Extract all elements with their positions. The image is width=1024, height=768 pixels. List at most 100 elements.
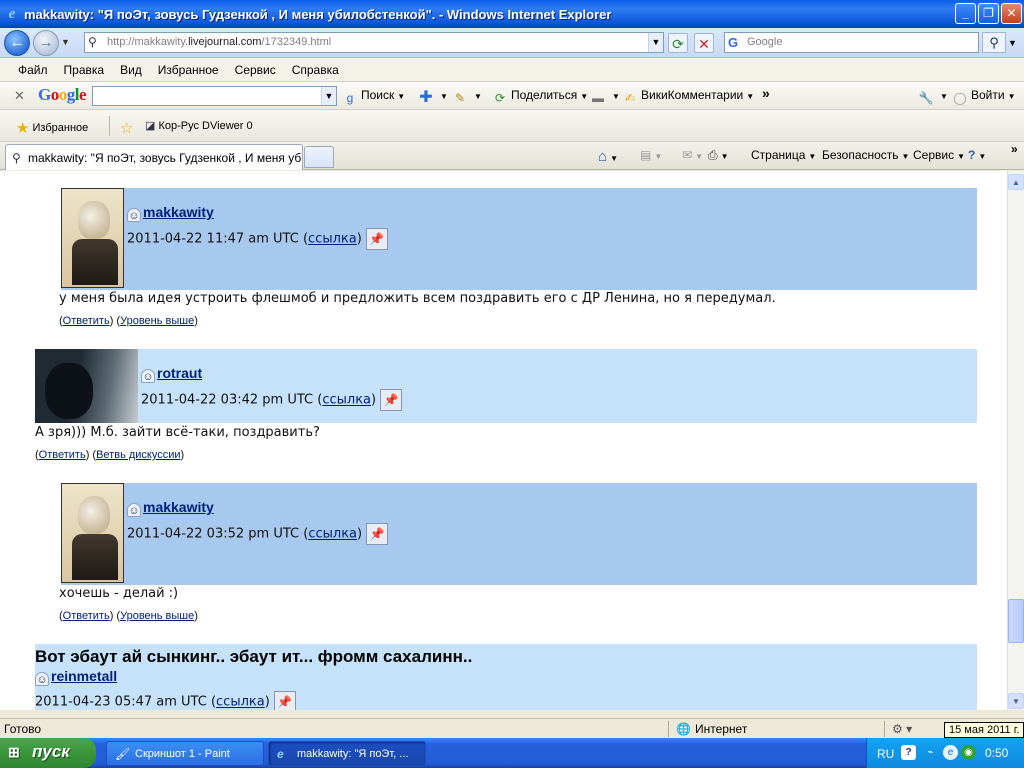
- antivirus-tray-icon[interactable]: ◉: [961, 745, 976, 760]
- mail-button[interactable]: ✉ ▼: [682, 148, 703, 162]
- history-dropdown-icon[interactable]: ▼: [61, 37, 70, 47]
- command-overflow-icon[interactable]: »: [1011, 142, 1018, 156]
- comment-username[interactable]: makkawity: [143, 499, 214, 515]
- menu-view[interactable]: Вид: [112, 63, 150, 77]
- google-logo: Google: [38, 85, 87, 104]
- favorites-label: Избранное: [32, 122, 89, 134]
- help-tray-icon[interactable]: ?: [901, 745, 916, 760]
- search-options-icon[interactable]: ▼: [1008, 38, 1017, 48]
- ie-taskbar-icon: e: [277, 747, 284, 761]
- feeds-button[interactable]: ▤ ▼: [640, 148, 662, 162]
- taskbar-item-label: Скриншот 1 - Paint: [135, 748, 230, 760]
- security-menu-button[interactable]: Безопасность ▼: [822, 148, 909, 162]
- reply-link[interactable]: Ответить: [63, 610, 110, 622]
- comment-username[interactable]: makkawity: [143, 204, 214, 220]
- sidewiki-toggle-button[interactable]: ▬ ▼: [590, 88, 620, 106]
- toolbar-overflow-icon[interactable]: »: [762, 85, 770, 101]
- security-menu-label: Безопасность: [822, 148, 899, 162]
- search-input[interactable]: G Google: [724, 32, 979, 53]
- menu-file[interactable]: Файл: [10, 63, 56, 77]
- tab-active[interactable]: ⚲ makkawity: "Я поЭт, зовусь Гудзенкой , …: [5, 144, 303, 170]
- menu-edit[interactable]: Правка: [56, 63, 113, 77]
- url-path: /1732349.html: [261, 36, 332, 48]
- network-tray-icon[interactable]: ⌁: [923, 745, 938, 760]
- google-search-icon: G: [728, 35, 739, 50]
- refresh-button[interactable]: ⟳: [668, 33, 688, 53]
- comment-permalink[interactable]: ссылка: [322, 393, 371, 408]
- comment-date: 2011-04-22 03:52 pm UTC: [127, 526, 300, 542]
- restore-button[interactable]: ❐: [978, 3, 999, 24]
- protected-mode-icon[interactable]: ⚙ ▾: [892, 722, 912, 736]
- reply-link[interactable]: Ответить: [39, 449, 86, 461]
- tools-menu-button[interactable]: Сервис ▼: [913, 148, 965, 162]
- comment-permalink[interactable]: ссылка: [308, 527, 357, 542]
- address-dropdown-icon[interactable]: ▼: [648, 33, 663, 52]
- home-button[interactable]: ⌂ ▼: [598, 148, 618, 165]
- globe-icon: 🌐: [676, 722, 691, 736]
- scrollbar-thumb[interactable]: [1008, 599, 1024, 643]
- security-zone[interactable]: 🌐 Интернет: [676, 722, 747, 736]
- page-content: ☺ makkawity 2011-04-22 11:47 am UTC (ссыл…: [0, 171, 1007, 710]
- language-indicator[interactable]: RU: [877, 747, 894, 761]
- user-circle-icon: ◯: [953, 91, 967, 105]
- favorites-button[interactable]: ★ Избранное: [16, 119, 88, 137]
- comment-username[interactable]: reinmetall: [51, 668, 117, 684]
- pencil-icon: ✎: [454, 91, 466, 105]
- pin-icon[interactable]: 📌: [366, 523, 389, 545]
- add-favorite-icon: ☆: [120, 120, 134, 137]
- google-toolbar: ✕ Google ▼ g Поиск ▼ ✚ ▼ ✎ ▼ ⟳ Поделиться ▼ ▬ ▼…: [0, 82, 1024, 110]
- scroll-down-icon[interactable]: ▼: [1008, 693, 1024, 709]
- help-button[interactable]: ? ▼: [968, 148, 986, 162]
- pin-icon[interactable]: 📌: [273, 691, 296, 710]
- login-button[interactable]: ◯ Войти ▼: [952, 88, 1015, 106]
- wrench-button[interactable]: 🔧 ▼: [918, 88, 948, 106]
- favorite-item-kor-rus[interactable]: ◪ Кор-Рус DViewer 0: [145, 119, 253, 132]
- minimize-button[interactable]: _: [955, 3, 976, 24]
- pin-icon[interactable]: 📌: [365, 228, 388, 250]
- comment-permalink[interactable]: ссылка: [216, 695, 265, 710]
- page-menu-label: Страница: [751, 148, 806, 162]
- ie-tray-icon[interactable]: e: [943, 745, 958, 760]
- pin-icon[interactable]: 📌: [380, 389, 403, 411]
- taskbar-item-paint[interactable]: 🖌 Скриншот 1 - Paint: [106, 741, 264, 766]
- menu-tools[interactable]: Сервис: [227, 63, 284, 77]
- parent-link[interactable]: Уровень выше: [120, 610, 194, 622]
- menu-favorites[interactable]: Избранное: [150, 63, 227, 77]
- userpic-avatar[interactable]: [61, 483, 124, 583]
- comment-links: (Ответить) (Уровень выше): [59, 610, 198, 622]
- page-menu-button[interactable]: Страница ▼: [751, 148, 816, 162]
- comment-username[interactable]: rotraut: [157, 365, 202, 381]
- print-button[interactable]: ⎙ ▼: [708, 148, 729, 163]
- wiki-comments-button[interactable]: ✍ ВикиКомментарии ▼: [622, 88, 754, 106]
- google-search-input[interactable]: ▼: [92, 86, 337, 106]
- vertical-scrollbar[interactable]: ▲ ▼: [1007, 171, 1024, 710]
- clock[interactable]: 0:50: [985, 746, 1008, 760]
- toolbar-close-icon[interactable]: ✕: [14, 88, 25, 104]
- thread-link[interactable]: Ветвь дискуссии: [96, 449, 180, 461]
- comment-permalink[interactable]: ссылка: [308, 232, 357, 247]
- stop-button[interactable]: ✕: [694, 33, 714, 53]
- add-button[interactable]: ✚ ▼: [418, 88, 448, 106]
- menu-help[interactable]: Справка: [284, 63, 347, 77]
- userpic-avatar[interactable]: [61, 188, 124, 288]
- google-search-button[interactable]: g Поиск ▼: [342, 88, 406, 106]
- parent-link[interactable]: Уровень выше: [120, 315, 194, 327]
- search-button[interactable]: ⚲: [982, 32, 1006, 53]
- comment-header: ☺ makkawity 2011-04-22 03:52 pm UTC (ссыл…: [61, 483, 977, 585]
- close-button[interactable]: ✕: [1001, 3, 1022, 24]
- userpic-avatar[interactable]: [35, 349, 138, 423]
- search-placeholder: Google: [747, 36, 783, 48]
- add-favorite-button[interactable]: ☆: [120, 119, 133, 137]
- comment-header: Вот эбаут ай сынкинг.. эбаут ит... фромм…: [35, 644, 977, 710]
- reply-link[interactable]: Ответить: [63, 315, 110, 327]
- address-input[interactable]: ⚲ http://makkawity.livejournal.com/17323…: [84, 32, 664, 53]
- share-button[interactable]: ⟳ Поделиться ▼: [492, 88, 588, 106]
- scroll-up-icon[interactable]: ▲: [1008, 174, 1024, 190]
- forward-button[interactable]: →: [33, 30, 59, 56]
- start-button[interactable]: ⊞ пуск: [0, 738, 96, 768]
- new-tab-button[interactable]: [304, 146, 334, 168]
- google-search-dropdown-icon[interactable]: ▼: [321, 87, 336, 105]
- taskbar-item-ie[interactable]: e makkawity: "Я поЭт, ...: [268, 741, 426, 766]
- back-button[interactable]: ←: [4, 30, 30, 56]
- bookmark-button[interactable]: ✎ ▼: [452, 88, 482, 106]
